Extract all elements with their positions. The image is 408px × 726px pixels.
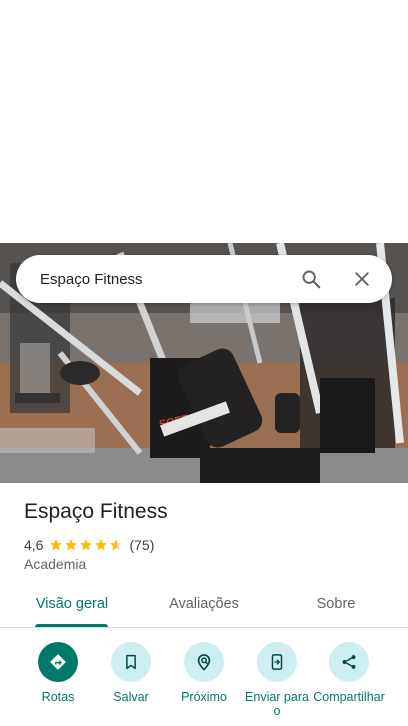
action-buttons-row: Rotas Salvar Próximo Enviar para o Compa…: [0, 642, 408, 726]
nearby-label: Próximo: [181, 690, 227, 704]
save-label: Salvar: [113, 690, 149, 704]
place-title: Espaço Fitness: [24, 500, 168, 523]
close-icon[interactable]: [349, 266, 375, 292]
send-to-phone-icon: [257, 642, 297, 682]
star-icon: [65, 538, 78, 550]
star-icon: [80, 538, 93, 550]
rating-row[interactable]: 4,6 (75): [24, 536, 154, 553]
place-details-screen: SOFT Espaço Fitness Espaço Fitness 4,6: [0, 0, 408, 726]
nearby-icon: [184, 642, 224, 682]
reviews-count: (75): [129, 536, 155, 553]
directions-button[interactable]: Rotas: [21, 642, 95, 704]
star-icon: [50, 538, 63, 550]
save-button[interactable]: Salvar: [94, 642, 168, 704]
search-input[interactable]: Espaço Fitness: [40, 271, 298, 288]
directions-label: Rotas: [41, 690, 75, 704]
bookmark-icon: [111, 642, 151, 682]
send-to-phone-button[interactable]: Enviar para o: [240, 642, 314, 718]
place-category: Academia: [24, 556, 87, 572]
share-label: Compartilhar: [313, 690, 385, 704]
directions-icon: [38, 642, 78, 682]
rating-value: 4,6: [24, 536, 44, 553]
send-to-phone-label: Enviar para o: [245, 690, 309, 718]
tab-overview[interactable]: Visão geral: [20, 584, 124, 628]
tab-selected-indicator: [35, 624, 108, 627]
search-icon[interactable]: [298, 266, 324, 292]
map-area[interactable]: [0, 0, 408, 243]
star-rating: [49, 538, 123, 552]
tab-reviews[interactable]: Avaliações: [152, 584, 256, 628]
star-icon: [110, 538, 123, 550]
tab-bar: Visão geral Avaliações Sobre: [0, 584, 408, 628]
tab-about[interactable]: Sobre: [286, 584, 386, 628]
nearby-button[interactable]: Próximo: [167, 642, 241, 704]
share-icon: [329, 642, 369, 682]
share-button[interactable]: Compartilhar: [312, 642, 386, 704]
star-icon: [95, 538, 108, 550]
search-bar[interactable]: Espaço Fitness: [16, 255, 392, 303]
